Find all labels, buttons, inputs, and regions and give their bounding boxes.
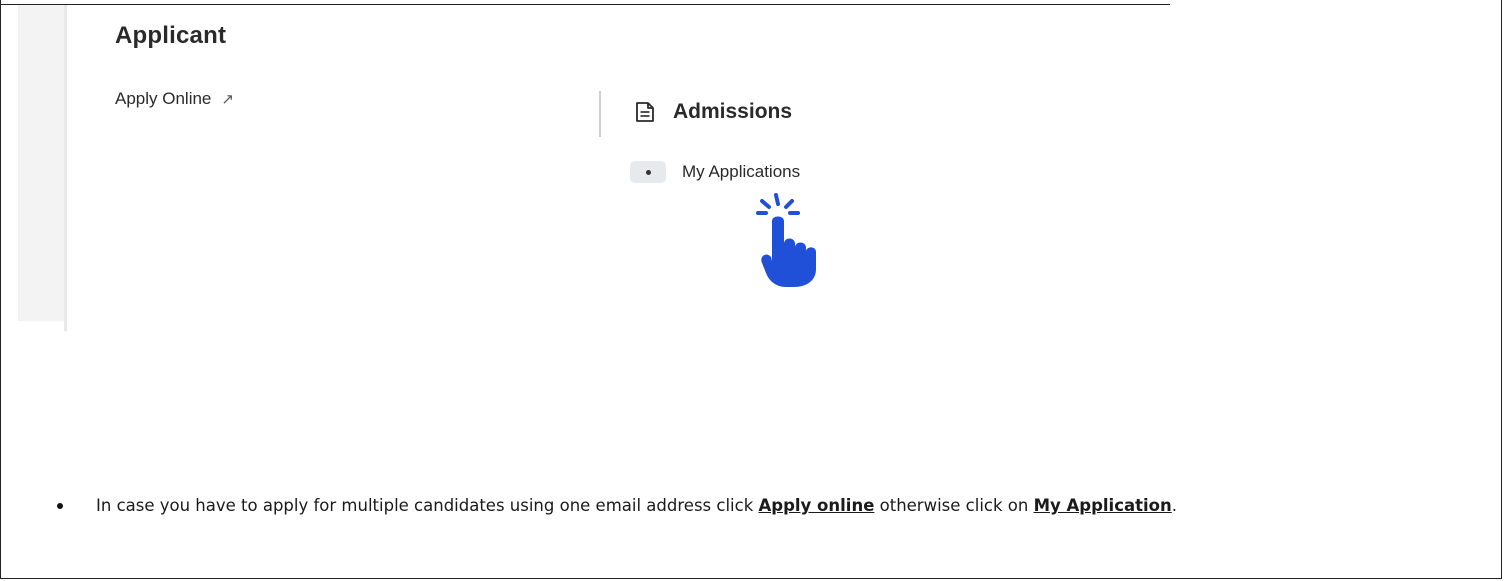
list-bullet [57,503,63,509]
instruction-text-2: otherwise click on [874,496,1034,515]
document-icon [636,102,654,122]
vertical-divider [599,91,601,137]
left-sidebar-strip [18,5,64,321]
instruction-paragraph: In case you have to apply for multiple c… [57,493,1496,519]
applicant-heading: Applicant [115,22,227,49]
sidebar-edge [64,5,67,331]
apply-online-link-text[interactable]: Apply online [759,496,875,515]
embedded-screenshot: Applicant Apply Online ↗ Admissions My A… [18,5,1170,331]
admissions-heading: Admissions [673,100,793,123]
apply-online-label: Apply Online [115,89,212,108]
instruction-text-3: . [1171,496,1177,515]
external-link-arrow-icon: ↗ [221,91,234,108]
my-applications-label: My Applications [682,162,801,181]
bullet-dot-icon [630,161,666,183]
my-application-link-text[interactable]: My Application [1034,496,1172,515]
instruction-text-1: In case you have to apply for multiple c… [96,496,759,515]
my-applications-menu-item[interactable]: My Applications [630,161,800,183]
tap-hand-icon [756,193,816,287]
apply-online-link[interactable]: Apply Online ↗ [115,89,234,109]
